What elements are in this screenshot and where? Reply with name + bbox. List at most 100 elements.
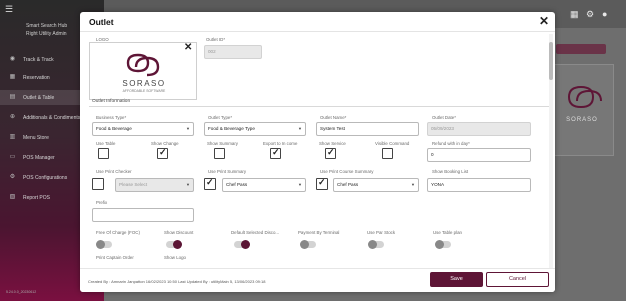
prefix-label: Prefix (96, 200, 108, 205)
export-income-checkbox[interactable] (270, 147, 281, 159)
modal-scrollbar[interactable] (549, 34, 553, 270)
use-print-summary-select[interactable]: Chef Pass ▼ (222, 178, 306, 192)
business-type-label: Business Type* (96, 115, 127, 120)
chevron-down-icon: ▼ (186, 126, 190, 131)
show-service-checkbox[interactable] (325, 147, 336, 159)
sidebar-item-label: POS Configurations (23, 174, 68, 181)
report-icon: ▧ (9, 194, 16, 200)
business-type-select[interactable]: Food & Beverage ▼ (92, 122, 194, 136)
foc-toggle[interactable] (96, 240, 112, 249)
pin-icon: ◉ (9, 56, 16, 62)
foc-label: Free Of Charge (FOC) (96, 230, 140, 235)
visible-command-label: Visible Command (375, 141, 410, 146)
avatar[interactable]: ● (602, 9, 607, 19)
refund-label: Refund with in day* (432, 141, 470, 146)
background-outlet-card: SORASO (548, 64, 614, 156)
settings-icon[interactable]: ⚙ (586, 9, 594, 20)
show-discount-toggle[interactable] (166, 240, 182, 249)
chevron-down-icon: ▼ (298, 182, 302, 187)
background-add-button (556, 44, 606, 54)
show-change-label: Show Change (151, 141, 179, 146)
use-print-summary-label: Use Print Summary (208, 169, 247, 174)
default-selected-discount-toggle[interactable] (234, 240, 250, 249)
use-table-label: Use Table (96, 141, 116, 146)
sidebar-item-label: Menu Store (23, 134, 49, 141)
book-icon: ▥ (9, 134, 16, 140)
export-income-label: Export to In come (263, 141, 298, 146)
outlet-date-field: 05/09/2023 (427, 122, 531, 136)
outlet-modal: Outlet ✕ LOGO SORASO AFFORDABLE SOFTWARE… (80, 12, 555, 292)
app-version: 5.24.0.0_20230612 (6, 290, 37, 294)
section-title: Outlet Information (92, 99, 131, 104)
table-icon: ▤ (9, 94, 16, 100)
logo-brand: SORASO (122, 79, 166, 88)
show-service-label: Show Service (319, 141, 346, 146)
outlet-name-field[interactable]: System Test (316, 122, 419, 136)
show-logo-label: Show Logo (164, 255, 186, 260)
modal-footer: Created By : Amnarin Janpatton 16/02/202… (80, 268, 555, 292)
show-booking-list-label: Show Booking List (432, 169, 469, 174)
save-button[interactable]: Save (430, 272, 483, 287)
outlet-id-label: Outlet ID* (206, 37, 226, 42)
use-par-stock-toggle[interactable] (368, 240, 384, 249)
use-print-checker-checkbox[interactable] (92, 178, 104, 190)
default-selected-discount-label: Default Selected Disco... (231, 230, 280, 235)
app-info: Smart Search Hub Right Utility Admin (26, 22, 67, 38)
payment-by-terminal-toggle[interactable] (300, 240, 316, 249)
outlet-type-label: Outlet Type* (208, 115, 233, 120)
show-change-checkbox[interactable] (157, 147, 168, 159)
cancel-button[interactable]: Cancel (486, 272, 549, 287)
menu-icon[interactable]: ☰ (5, 4, 19, 18)
gear-icon: ⚙ (9, 174, 16, 180)
use-table-checkbox[interactable] (98, 148, 109, 159)
outlet-type-select[interactable]: Food & Beverage Type ▼ (204, 122, 306, 136)
calendar-icon: ▦ (9, 74, 16, 80)
use-print-summary-value: Chef Pass (226, 182, 248, 187)
payment-by-terminal-label: Payment By Terminal (298, 230, 340, 235)
use-table-plan-label: Use Table plan (433, 230, 462, 235)
modal-title: Outlet (89, 17, 114, 27)
sidebar-item-label: Outlet & Table (23, 94, 55, 101)
close-icon[interactable]: ✕ (539, 14, 549, 28)
soraso-logo-icon (567, 85, 602, 109)
use-print-summary-checkbox[interactable] (204, 177, 216, 190)
print-captain-order-label: Print Captain Order (96, 255, 134, 260)
sidebar-item-label: Report POS (23, 194, 50, 201)
use-print-checker-value: Please Select (119, 182, 148, 187)
outlet-id-field: 002 (204, 45, 262, 59)
use-table-plan-toggle[interactable] (435, 240, 451, 249)
use-print-course-summary-value: Chef Pass (337, 182, 359, 187)
use-print-checker-label: Use Print Checker (96, 169, 132, 174)
background-card-brand: SORASO (566, 117, 598, 123)
remove-logo-icon[interactable]: ✕ (184, 42, 192, 53)
use-print-course-summary-label: Use Print Course Summary (320, 169, 374, 174)
show-booking-list-field[interactable]: YONA (427, 178, 531, 192)
scrollbar-thumb[interactable] (549, 42, 553, 80)
dashboard-icon[interactable]: ▦ (570, 9, 579, 20)
sidebar-item-label: POS Manager (23, 154, 55, 161)
business-type-value: Food & Beverage (96, 126, 132, 131)
sidebar-item-label: Additionals & Condiments (23, 114, 81, 121)
audit-info: Created By : Amnarin Janpatton 16/02/202… (88, 279, 266, 284)
show-summary-label: Show Summary (207, 141, 238, 146)
outlet-name-label: Outlet Name* (320, 115, 347, 120)
monitor-icon: ▭ (9, 154, 16, 160)
sidebar-item-label: Reservation (23, 74, 50, 81)
refund-field[interactable]: 0 (427, 148, 531, 162)
chevron-down-icon: ▼ (186, 182, 190, 187)
prefix-field[interactable] (92, 208, 194, 222)
sidebar-item-label: Track & Track (23, 56, 54, 63)
use-par-stock-label: Use Par Stock (367, 230, 396, 235)
visible-command-checkbox[interactable] (382, 148, 393, 159)
show-summary-checkbox[interactable] (214, 148, 225, 159)
use-print-course-summary-checkbox[interactable] (316, 177, 328, 190)
chevron-down-icon: ▼ (298, 126, 302, 131)
modal-header: Outlet ✕ (80, 12, 555, 32)
app-user: Right Utility Admin (26, 31, 67, 37)
use-print-course-summary-select[interactable]: Chef Pass ▼ (333, 178, 419, 192)
logo-tagline: AFFORDABLE SOFTWARE (122, 89, 166, 93)
logo-upload[interactable]: SORASO AFFORDABLE SOFTWARE (89, 42, 197, 100)
use-print-checker-select: Please Select ▼ (115, 178, 194, 192)
app-name: Smart Search Hub (26, 23, 68, 29)
outlet-type-value: Food & Beverage Type (208, 126, 255, 131)
